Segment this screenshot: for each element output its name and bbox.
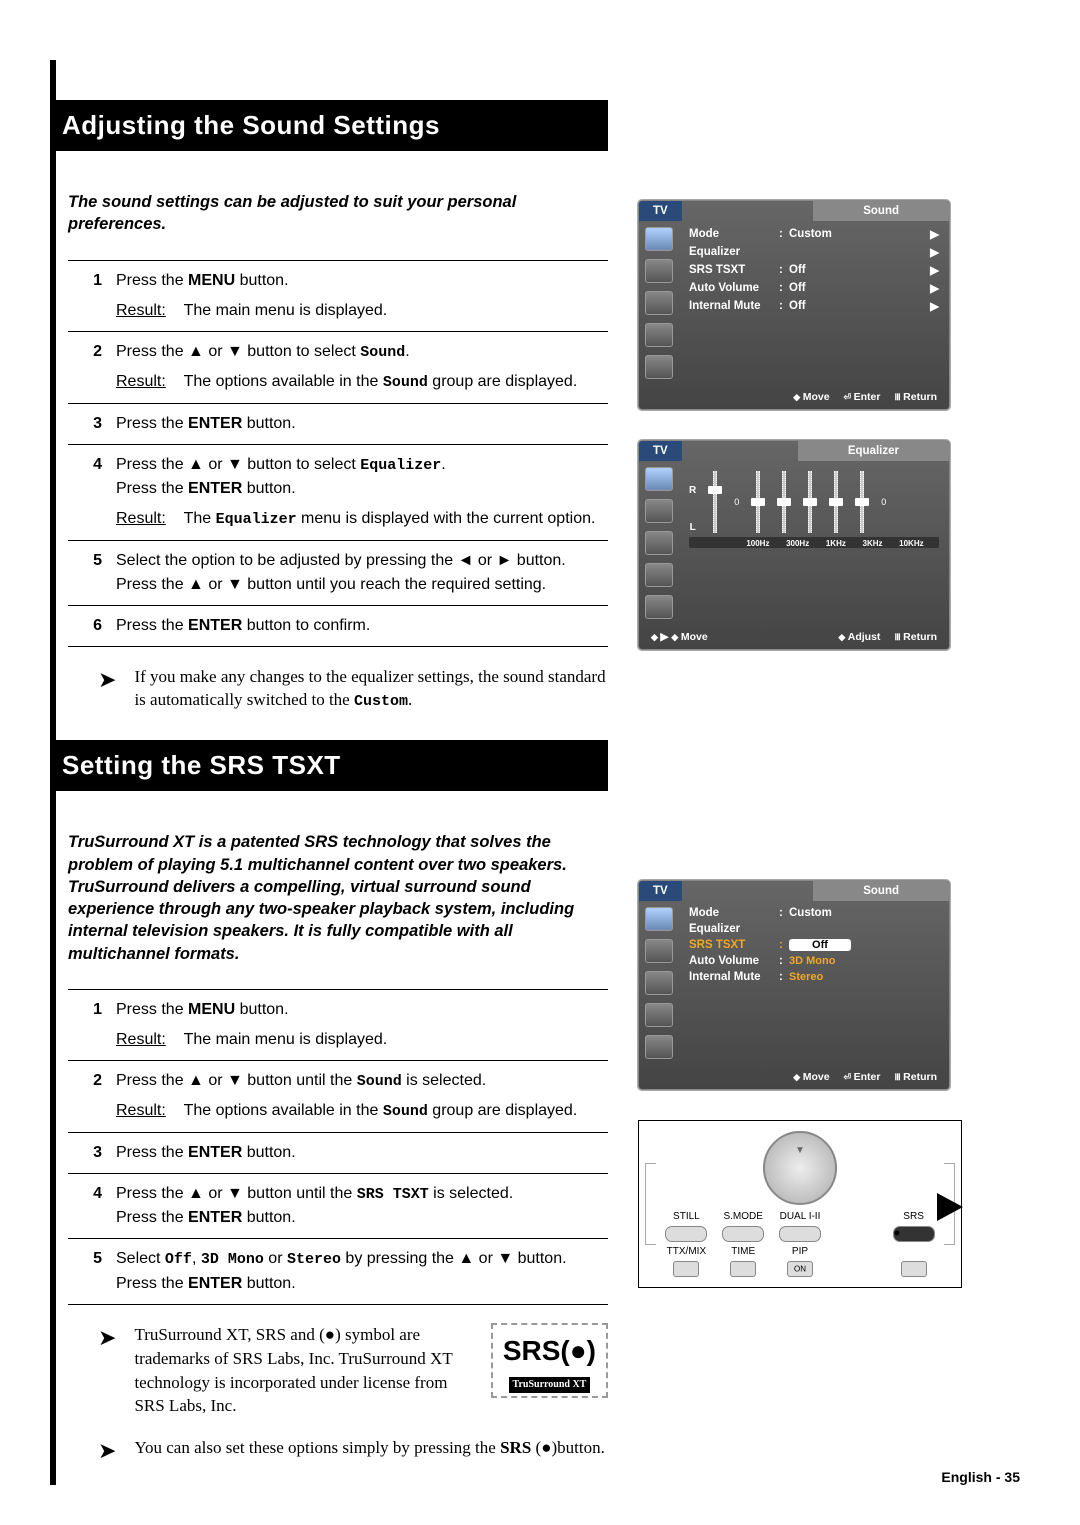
remote-button — [787, 1261, 813, 1277]
osd-icon — [645, 939, 673, 963]
step2-1: 1 Press the MENU button. Result: The mai… — [68, 989, 608, 1061]
osd-icon — [645, 499, 673, 523]
step-5: 5 Select the option to be adjusted by pr… — [68, 541, 608, 606]
section2-title: Setting the SRS TSXT — [50, 740, 608, 791]
section1-steps: 1 Press the MENU button. Result: The mai… — [68, 260, 608, 647]
osd-icon — [645, 227, 673, 251]
section1-title: Adjusting the Sound Settings — [50, 100, 608, 151]
remote-button — [665, 1226, 707, 1242]
left-column: Adjusting the Sound Settings The sound s… — [50, 60, 608, 1485]
note-arrow-icon: ➤ — [98, 665, 116, 713]
remote-button — [901, 1261, 927, 1277]
note-arrow-icon: ➤ — [98, 1436, 116, 1467]
dpad-icon — [763, 1131, 837, 1205]
osd-sound-2: TV Sound Mode:Custom Equalizer SRS TSXT:… — [638, 880, 950, 1090]
section2-steps: 1 Press the MENU button. Result: The mai… — [68, 989, 608, 1305]
remote-button — [730, 1261, 756, 1277]
remote-button-srs: ● — [893, 1226, 935, 1242]
note-arrow-icon: ➤ — [98, 1323, 116, 1418]
osd-icon — [645, 323, 673, 347]
section2-note1: ➤ TruSurround XT, SRS and (●) symbol are… — [68, 1305, 608, 1436]
osd-sound-1: TV Sound Mode:Custom▶ Equalizer▶ SRS TSX… — [638, 200, 950, 410]
step2-4: 4 Press the ▲ or ▼ button until the SRS … — [68, 1174, 608, 1240]
eq-slider — [855, 471, 869, 533]
eq-slider — [751, 471, 765, 533]
step-3: 3 Press the ENTER button. — [68, 404, 608, 445]
osd-icon — [645, 1003, 673, 1027]
eq-slider — [708, 471, 722, 533]
osd-icon — [645, 907, 673, 931]
step2-2: 2 Press the ▲ or ▼ button until the Soun… — [68, 1061, 608, 1133]
osd-icon — [645, 259, 673, 283]
osd-equalizer: TV Equalizer RL 0 — [638, 440, 950, 650]
section1-intro: The sound settings can be adjusted to su… — [68, 191, 608, 236]
eq-slider — [803, 471, 817, 533]
pointer-arrow-icon — [937, 1193, 963, 1221]
remote-button — [673, 1261, 699, 1277]
page-number: English - 35 — [941, 1469, 1020, 1485]
step2-3: 3 Press the ENTER button. — [68, 1133, 608, 1174]
osd-icon — [645, 355, 673, 379]
osd-icon — [645, 595, 673, 619]
step-6: 6 Press the ENTER button to confirm. — [68, 606, 608, 647]
srs-logo: SRS(●) TruSurround XT — [491, 1323, 608, 1398]
section2-intro: TruSurround XT is a patented SRS technol… — [68, 831, 608, 965]
step-1: 1 Press the MENU button. Result: The mai… — [68, 260, 608, 332]
right-column: TV Sound Mode:Custom▶ Equalizer▶ SRS TSX… — [638, 60, 998, 1485]
step-2: 2 Press the ▲ or ▼ button to select Soun… — [68, 332, 608, 404]
remote-illustration: STILL S.MODE DUAL I-II SRS ● TTX/MIX TIM… — [638, 1120, 962, 1288]
osd-icon — [645, 563, 673, 587]
section1-note: ➤ If you make any changes to the equaliz… — [68, 647, 608, 731]
osd-icon — [645, 291, 673, 315]
osd-icon — [645, 467, 673, 491]
step-4: 4 Press the ▲ or ▼ button to select Equa… — [68, 445, 608, 541]
eq-slider — [829, 471, 843, 533]
osd-icon — [645, 971, 673, 995]
osd-icon — [645, 531, 673, 555]
section2-note2: ➤ You can also set these options simply … — [68, 1436, 608, 1485]
osd-icon — [645, 1035, 673, 1059]
eq-slider — [777, 471, 791, 533]
remote-button — [722, 1226, 764, 1242]
remote-button — [779, 1226, 821, 1242]
step2-5: 5 Select Off, 3D Mono or Stereo by press… — [68, 1239, 608, 1305]
